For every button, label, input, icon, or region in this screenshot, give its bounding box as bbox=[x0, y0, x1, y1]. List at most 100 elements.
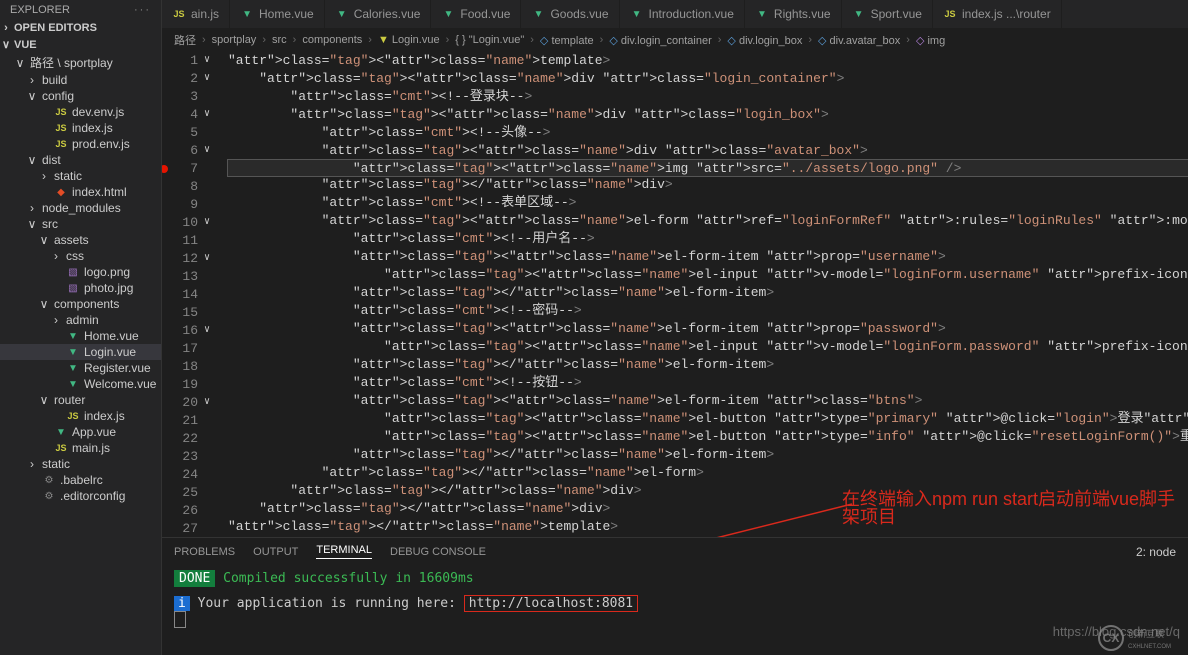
code-line[interactable]: "attr">class="cmt"><!--表单区域--> bbox=[228, 194, 1188, 212]
open-editors-section[interactable]: ›OPEN EDITORS bbox=[0, 20, 161, 36]
tree-item[interactable]: ◆index.html bbox=[0, 184, 161, 200]
chevron-icon[interactable]: › bbox=[26, 457, 38, 471]
code-line[interactable]: "attr">class="tag"><"attr">class="name">… bbox=[228, 212, 1188, 230]
code-line[interactable]: "attr">class="tag"><"attr">class="name">… bbox=[228, 536, 1188, 537]
fold-icon[interactable]: ∨ bbox=[204, 322, 210, 340]
editor-tab[interactable]: ▼Goods.vue bbox=[521, 0, 619, 28]
code-line[interactable]: "attr">class="cmt"><!--密码--> bbox=[228, 302, 1188, 320]
code-line[interactable]: "attr">class="tag"><"attr">class="name">… bbox=[228, 52, 1188, 70]
breadcrumb-item[interactable]: sportplay bbox=[212, 34, 257, 46]
code-line[interactable]: "attr">class="tag"><"attr">class="name">… bbox=[228, 70, 1188, 88]
panel-tab[interactable]: TERMINAL bbox=[316, 544, 372, 559]
terminal-output[interactable]: DONE Compiled successfully in 16609ms i … bbox=[162, 565, 1188, 655]
tree-item[interactable]: JSprod.env.js bbox=[0, 136, 161, 152]
code-line[interactable]: "attr">class="tag"><"attr">class="name">… bbox=[228, 410, 1188, 428]
fold-icon[interactable]: ∨ bbox=[204, 52, 210, 70]
breadcrumb-item[interactable]: src bbox=[272, 34, 287, 46]
editor-tab[interactable]: ▼Rights.vue bbox=[745, 0, 842, 28]
fold-icon[interactable]: ∨ bbox=[204, 394, 210, 412]
tree-item[interactable]: ▼App.vue bbox=[0, 424, 161, 440]
chevron-icon[interactable]: › bbox=[50, 313, 62, 327]
chevron-icon[interactable]: ∨ bbox=[38, 297, 50, 311]
code-line[interactable]: "attr">class="tag"></"attr">class="name"… bbox=[228, 284, 1188, 302]
code-line[interactable]: "attr">class="cmt"><!--头像--> bbox=[228, 124, 1188, 142]
breadcrumb-item[interactable]: 路径 bbox=[174, 32, 196, 48]
tree-item[interactable]: JSindex.js bbox=[0, 120, 161, 136]
code-area[interactable]: "attr">class="tag"><"attr">class="name">… bbox=[212, 52, 1188, 537]
fold-icon[interactable]: ∨ bbox=[204, 70, 210, 88]
chevron-icon[interactable]: ∨ bbox=[38, 233, 50, 247]
tree-item[interactable]: ›css bbox=[0, 248, 161, 264]
tree-item[interactable]: ▼Login.vue bbox=[0, 344, 161, 360]
code-line[interactable]: "attr">class="cmt"><!--用户名--> bbox=[228, 230, 1188, 248]
tree-item[interactable]: ▼Welcome.vue bbox=[0, 376, 161, 392]
fold-icon[interactable]: ∨ bbox=[204, 214, 210, 232]
tree-item[interactable]: ›admin bbox=[0, 312, 161, 328]
editor-tab[interactable]: ▼Food.vue bbox=[431, 0, 521, 28]
tree-item[interactable]: ▧logo.png bbox=[0, 264, 161, 280]
code-line[interactable]: "attr">class="tag"><"attr">class="name">… bbox=[228, 320, 1188, 338]
panel-tab[interactable]: PROBLEMS bbox=[174, 546, 235, 558]
code-line[interactable]: "attr">class="cmt"><!--按钮--> bbox=[228, 374, 1188, 392]
code-line[interactable]: "attr">class="tag"></"attr">class="name"… bbox=[228, 482, 1188, 500]
code-line[interactable]: "attr">class="tag"><"attr">class="name">… bbox=[228, 248, 1188, 266]
code-line[interactable]: "attr">class="cmt"><!--登录块--> bbox=[228, 88, 1188, 106]
breadcrumb[interactable]: 路径›sportplay›src›components›▼ Login.vue›… bbox=[162, 28, 1188, 52]
code-line[interactable]: "attr">class="tag"><"attr">class="name">… bbox=[228, 106, 1188, 124]
tree-item[interactable]: ∨路径 \ sportplay bbox=[0, 53, 161, 72]
chevron-icon[interactable]: ∨ bbox=[26, 89, 38, 103]
workspace-root[interactable]: ∨VUE bbox=[0, 36, 161, 53]
fold-icon[interactable]: ∨ bbox=[204, 142, 210, 160]
chevron-icon[interactable]: › bbox=[26, 73, 38, 87]
breakpoint-icon[interactable] bbox=[162, 165, 168, 173]
editor-tab[interactable]: ▼Calories.vue bbox=[325, 0, 432, 28]
panel-tab[interactable]: DEBUG CONSOLE bbox=[390, 546, 486, 558]
tree-item[interactable]: JSindex.js bbox=[0, 408, 161, 424]
tree-item[interactable]: JSmain.js bbox=[0, 440, 161, 456]
breadcrumb-item[interactable]: { } "Login.vue" bbox=[455, 34, 524, 46]
tree-item[interactable]: ›static bbox=[0, 456, 161, 472]
tree-item[interactable]: ›build bbox=[0, 72, 161, 88]
fold-icon[interactable]: ∨ bbox=[204, 250, 210, 268]
fold-icon[interactable]: ∨ bbox=[204, 106, 210, 124]
editor-tab[interactable]: JSindex.js ...\router bbox=[933, 0, 1062, 28]
terminal-selector[interactable]: 2: node bbox=[1136, 545, 1176, 559]
tree-item[interactable]: ∨router bbox=[0, 392, 161, 408]
editor-tab[interactable]: JSain.js bbox=[162, 0, 230, 28]
code-line[interactable]: "attr">class="tag"><"attr">class="name">… bbox=[227, 159, 1188, 177]
code-line[interactable]: "attr">class="tag"></"attr">class="name"… bbox=[228, 500, 1188, 518]
code-line[interactable]: "attr">class="tag"><"attr">class="name">… bbox=[228, 392, 1188, 410]
breadcrumb-item[interactable]: ◇ img bbox=[916, 34, 945, 47]
code-line[interactable]: "attr">class="tag"></"attr">class="name"… bbox=[228, 464, 1188, 482]
tree-item[interactable]: ›static bbox=[0, 168, 161, 184]
tree-item[interactable]: ⚙.editorconfig bbox=[0, 488, 161, 504]
tree-item[interactable]: ▧photo.jpg bbox=[0, 280, 161, 296]
more-icon[interactable]: ··· bbox=[134, 4, 151, 16]
breadcrumb-item[interactable]: ◇ div.login_container bbox=[609, 34, 711, 47]
chevron-icon[interactable]: › bbox=[26, 201, 38, 215]
code-line[interactable]: "attr">class="tag"><"attr">class="name">… bbox=[228, 428, 1188, 446]
tree-item[interactable]: JSdev.env.js bbox=[0, 104, 161, 120]
code-line[interactable]: "attr">class="tag"></"attr">class="name"… bbox=[228, 446, 1188, 464]
code-line[interactable]: "attr">class="tag"><"attr">class="name">… bbox=[228, 142, 1188, 160]
tree-item[interactable]: ▼Home.vue bbox=[0, 328, 161, 344]
code-line[interactable]: "attr">class="tag"><"attr">class="name">… bbox=[228, 338, 1188, 356]
tree-item[interactable]: ⚙.babelrc bbox=[0, 472, 161, 488]
tree-item[interactable]: ›node_modules bbox=[0, 200, 161, 216]
breadcrumb-item[interactable]: components bbox=[302, 34, 362, 46]
editor-tab[interactable]: ▼Introduction.vue bbox=[620, 0, 745, 28]
tree-item[interactable]: ▼Register.vue bbox=[0, 360, 161, 376]
panel-tab[interactable]: OUTPUT bbox=[253, 546, 298, 558]
tree-item[interactable]: ∨components bbox=[0, 296, 161, 312]
chevron-icon[interactable]: ∨ bbox=[26, 153, 38, 167]
code-line[interactable]: "attr">class="tag"></"attr">class="name"… bbox=[228, 176, 1188, 194]
code-editor[interactable]: 1∨2∨34∨56∨78910∨1112∨13141516∨17181920∨2… bbox=[162, 52, 1188, 537]
chevron-icon[interactable]: › bbox=[50, 249, 62, 263]
tree-item[interactable]: ∨assets bbox=[0, 232, 161, 248]
chevron-icon[interactable]: ∨ bbox=[14, 56, 26, 70]
chevron-icon[interactable]: ∨ bbox=[26, 217, 38, 231]
code-line[interactable]: "attr">class="tag"></"attr">class="name"… bbox=[228, 518, 1188, 536]
code-line[interactable]: "attr">class="tag"></"attr">class="name"… bbox=[228, 356, 1188, 374]
tree-item[interactable]: ∨config bbox=[0, 88, 161, 104]
chevron-icon[interactable]: ∨ bbox=[38, 393, 50, 407]
